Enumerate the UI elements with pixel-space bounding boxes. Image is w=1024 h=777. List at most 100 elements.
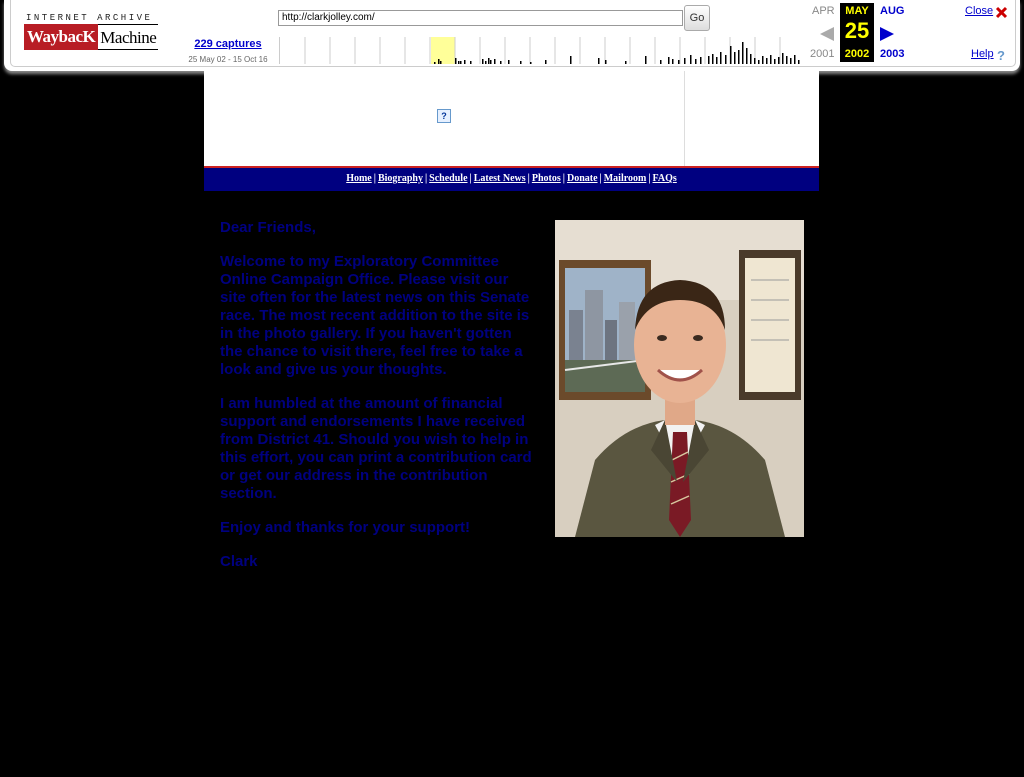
broken-image-icon: ? — [437, 109, 451, 123]
nav-schedule[interactable]: Schedule — [429, 173, 467, 184]
sparkline-capture-bar — [508, 60, 510, 64]
next-month-link[interactable]: AUG — [880, 5, 904, 17]
url-input[interactable] — [278, 10, 683, 26]
close-x-icon[interactable] — [995, 6, 1008, 19]
nav-home[interactable]: Home — [346, 173, 372, 184]
help-question-icon[interactable]: ? — [996, 49, 1007, 61]
sparkline-capture-bar — [794, 55, 796, 64]
portrait-illustration — [555, 220, 804, 537]
letter-paragraph-1: Welcome to my Exploratory Committee Onli… — [220, 253, 530, 378]
capture-sparkline[interactable] — [279, 37, 804, 64]
sparkline-capture-bar — [434, 62, 436, 64]
current-year-label: 2002 — [844, 48, 870, 60]
letter-paragraph-2: I am humbled at the amount of financial … — [220, 395, 532, 502]
sparkline-capture-bar — [758, 60, 760, 64]
capture-date-range: 25 May 02 - 15 Oct 16 — [188, 55, 268, 64]
letter-closing: Enjoy and thanks for your support! — [220, 519, 471, 536]
sparkline-capture-bar — [678, 60, 680, 64]
letter-signature: Clark — [220, 553, 258, 570]
close-link[interactable]: Close — [965, 5, 993, 17]
sparkline-capture-bar — [494, 59, 496, 64]
nav-photos[interactable]: Photos — [532, 173, 561, 184]
sparkline-capture-bar — [520, 61, 522, 64]
sparkline-capture-bar — [700, 57, 702, 64]
next-year-link[interactable]: 2003 — [880, 48, 904, 60]
nav-biography[interactable]: Biography — [378, 173, 423, 184]
banner-divider — [684, 71, 685, 166]
sparkline-capture-bar — [750, 54, 752, 64]
sparkline-capture-bar — [464, 60, 466, 64]
sparkline-capture-bar — [708, 56, 710, 64]
sparkline-capture-bar — [778, 57, 780, 64]
logo-wordmark: WaybacK Machine — [24, 24, 159, 50]
current-month-label: MAY — [845, 5, 869, 17]
welcome-letter: Dear Friends, Welcome to my Exploratory … — [220, 219, 538, 587]
sparkline-capture-bar — [774, 59, 776, 64]
sparkline-capture-bar — [786, 56, 788, 64]
sparkline-capture-bar — [712, 54, 714, 64]
sparkline-capture-bar — [530, 62, 532, 64]
sparkline-capture-bar — [766, 58, 768, 64]
logo-internet-archive-text: INTERNET ARCHIVE — [26, 13, 153, 23]
sparkline-capture-bar — [660, 60, 662, 64]
svg-text:?: ? — [997, 49, 1005, 61]
right-arrow-icon[interactable] — [880, 27, 895, 41]
sparkline-capture-bar — [458, 61, 460, 64]
sparkline-capture-bar — [738, 50, 740, 64]
left-arrow-icon — [820, 27, 834, 41]
sparkline-capture-bar — [730, 46, 732, 64]
candidate-portrait — [555, 220, 804, 537]
go-button[interactable]: Go — [684, 5, 710, 31]
sparkline-capture-bar — [545, 60, 547, 64]
sparkline-capture-bar — [790, 58, 792, 64]
sparkline-capture-bar — [605, 60, 607, 64]
nav-donate[interactable]: Donate — [567, 173, 598, 184]
sparkline-capture-bar — [598, 58, 600, 64]
sparkline-capture-bar — [485, 61, 487, 64]
sparkline-capture-bar — [668, 57, 670, 64]
sparkline-capture-bar — [684, 58, 686, 64]
sparkline-capture-bar — [754, 58, 756, 64]
site-navbar: Home | Biography | Schedule | Latest News | Phot… — [204, 168, 819, 191]
sparkline-capture-bar — [716, 57, 718, 64]
letter-greeting: Dear Friends, — [220, 219, 316, 236]
sparkline-capture-bar — [734, 52, 736, 64]
sparkline-capture-bar — [782, 53, 784, 64]
logo-machine-text: Machine — [98, 24, 159, 50]
sparkline-capture-bar — [645, 56, 647, 64]
nav-faqs[interactable]: FAQs — [653, 173, 677, 184]
sparkline-capture-bar — [746, 48, 748, 64]
prev-year-label: 2001 — [810, 48, 835, 60]
site-banner: ? — [204, 71, 819, 166]
sparkline-capture-bar — [488, 58, 490, 64]
sparkline-capture-bar — [798, 60, 800, 64]
sparkline-capture-bar — [500, 61, 502, 64]
sparkline-graph[interactable] — [280, 37, 804, 64]
sparkline-capture-bar — [482, 59, 484, 64]
sparkline-capture-bar — [672, 59, 674, 64]
logo-wayback-text: WaybacK — [24, 24, 99, 50]
captures-link[interactable]: 229 captures — [182, 38, 274, 50]
sparkline-capture-bar — [438, 59, 440, 64]
sparkline-capture-bar — [690, 55, 692, 64]
sparkline-capture-bar — [490, 60, 492, 64]
sparkline-capture-bar — [625, 61, 627, 64]
sparkline-capture-bar — [762, 56, 764, 64]
prev-month-label: APR — [812, 5, 835, 17]
sparkline-capture-bar — [770, 55, 772, 64]
nav-mailroom[interactable]: Mailroom — [604, 173, 647, 184]
sparkline-capture-bar — [570, 56, 572, 64]
sparkline-capture-bar — [440, 61, 442, 64]
wayback-logo[interactable]: INTERNET ARCHIVE WaybacK Machine — [24, 13, 159, 51]
nav-latest-news[interactable]: Latest News — [474, 173, 526, 184]
current-day-label: 25 — [844, 18, 870, 43]
sparkline-capture-bar — [742, 42, 744, 64]
wayback-toolbar: INTERNET ARCHIVE WaybacK Machine 229 cap… — [0, 0, 1024, 76]
sparkline-capture-bar — [695, 59, 697, 64]
sparkline-capture-bar — [470, 61, 472, 64]
sparkline-capture-bar — [720, 52, 722, 64]
sparkline-capture-bar — [455, 58, 457, 64]
sparkline-capture-bar — [460, 61, 462, 64]
help-link[interactable]: Help — [971, 48, 994, 60]
sparkline-current-year — [431, 37, 455, 64]
